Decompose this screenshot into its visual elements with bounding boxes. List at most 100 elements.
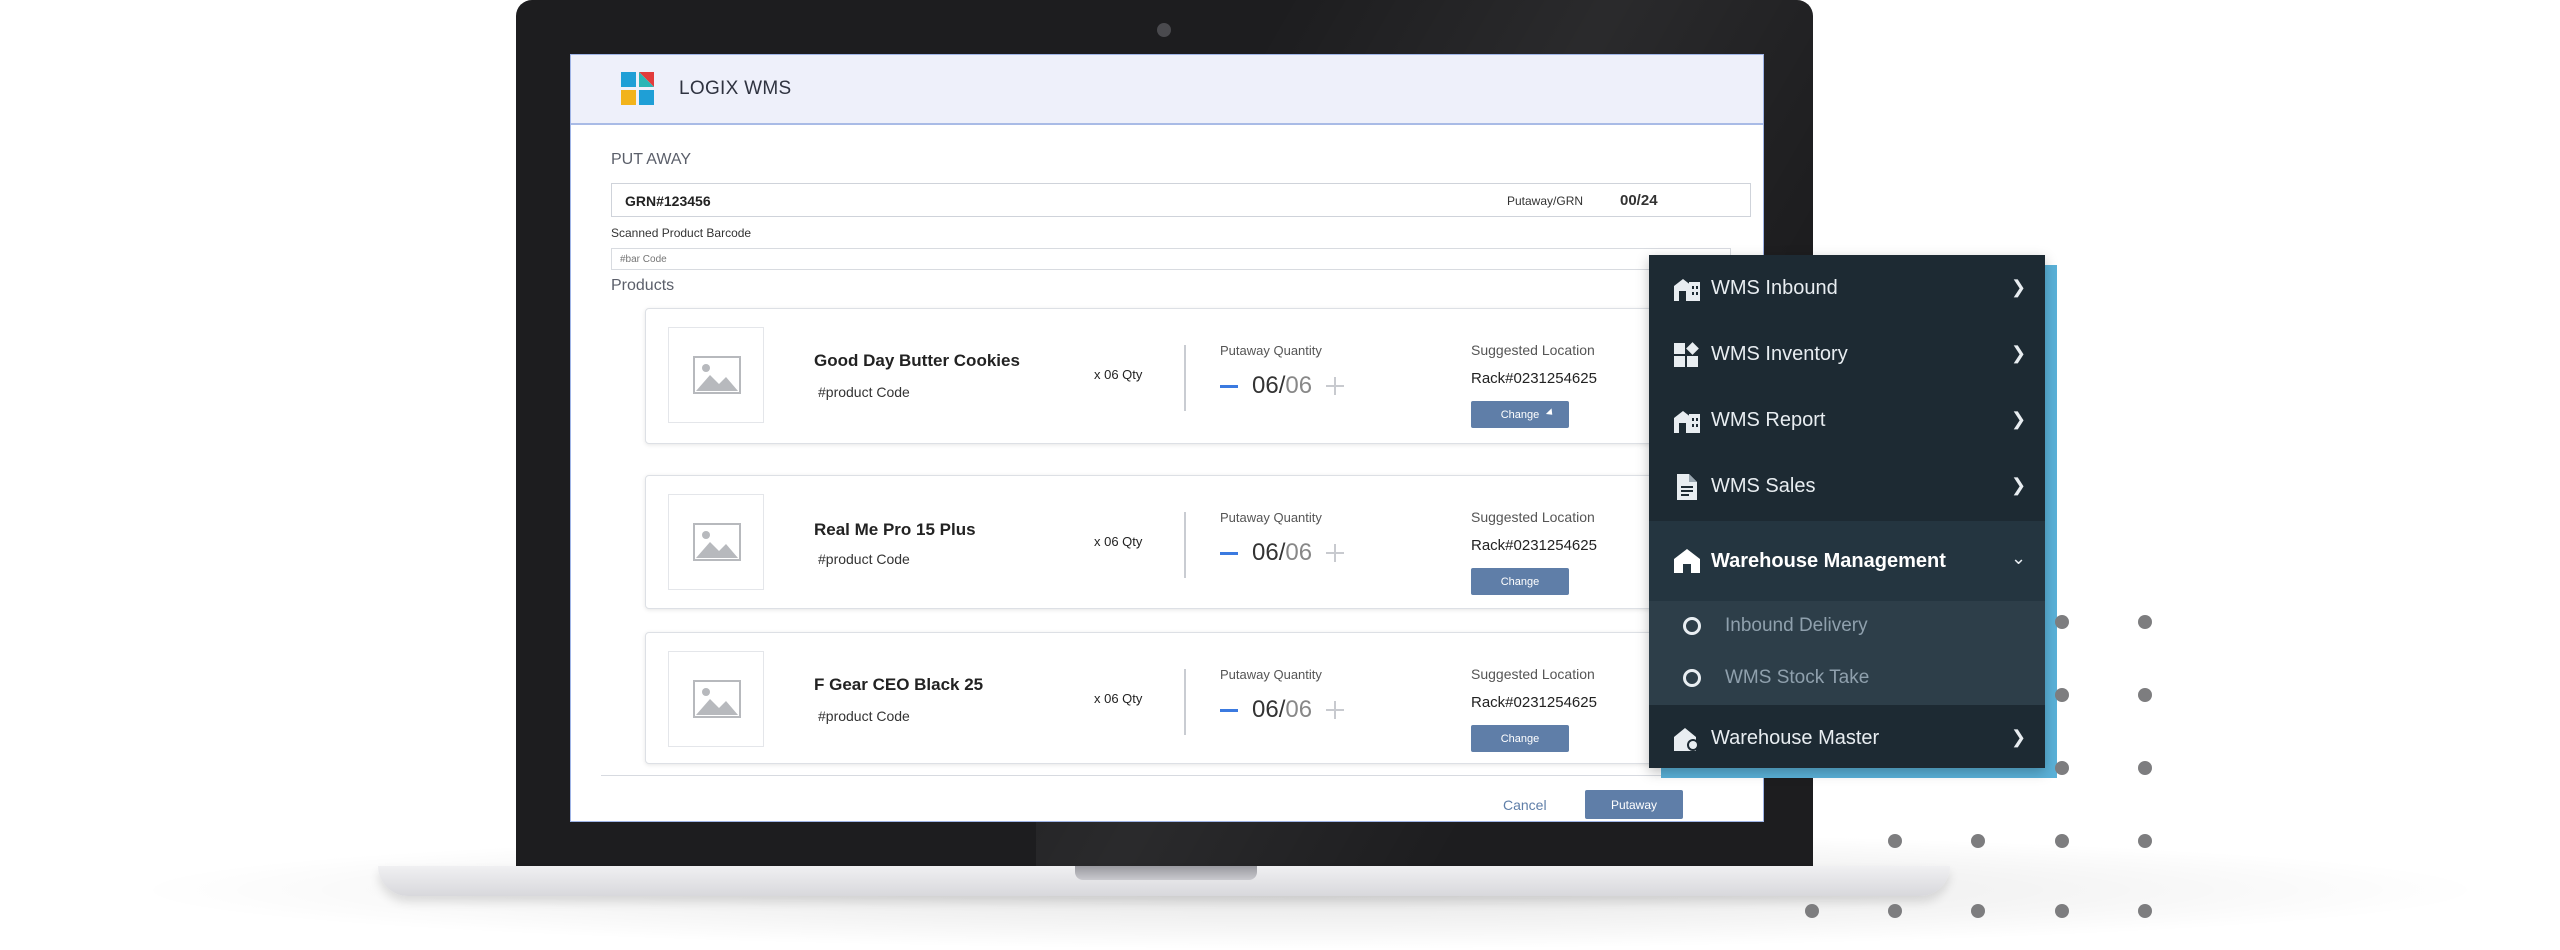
laptop-hinge-notch — [1075, 866, 1257, 880]
quantity-total: 06 — [1285, 539, 1313, 566]
minus-icon[interactable] — [1220, 384, 1238, 388]
quantity-value: 06/ — [1252, 372, 1286, 399]
page-title: PUT AWAY — [611, 151, 692, 168]
quantity-value: 06/ — [1252, 539, 1286, 566]
chevron-right-icon: ❯ — [2011, 277, 2027, 297]
suggested-location-value: Rack#0231254625 — [1471, 537, 1597, 554]
cancel-link[interactable]: Cancel — [1503, 797, 1547, 813]
product-qty: x 06 Qty — [1094, 691, 1143, 706]
grn-number: GRN#123456 — [625, 193, 711, 209]
decorative-dot — [2055, 615, 2069, 629]
inventory-icon — [1674, 342, 1699, 367]
camera-icon — [1157, 23, 1171, 37]
product-code: #product Code — [818, 551, 910, 567]
quantity-total: 06 — [1285, 696, 1313, 723]
suggested-location-label: Suggested Location — [1471, 666, 1595, 682]
product-qty: x 06 Qty — [1094, 367, 1143, 382]
putaway-quantity-label: Putaway Quantity — [1220, 510, 1322, 525]
wms-side-menu: WMS Inbound ❯ WMS Inventory ❯ WMS Report… — [1649, 255, 2045, 768]
putaway-grn-label: Putaway/GRN — [1507, 194, 1584, 208]
warehouse-icon — [1674, 279, 1700, 301]
chevron-right-icon: ❯ — [2011, 343, 2027, 363]
barcode-input[interactable] — [611, 248, 1731, 270]
product-code: #product Code — [818, 708, 910, 724]
putaway-button[interactable]: Putaway — [1585, 790, 1683, 819]
decorative-dot — [2055, 688, 2069, 702]
decorative-dot — [2055, 761, 2069, 775]
product-name: Good Day Butter Cookies — [814, 351, 1020, 370]
warehouse-master-icon — [1674, 728, 1699, 751]
chevron-right-icon: ❯ — [2011, 409, 2027, 429]
quantity-value: 06/ — [1252, 696, 1286, 723]
minus-icon[interactable] — [1220, 708, 1238, 712]
product-card: Real Me Pro 15 Plus #product Code x 06 Q… — [645, 475, 1763, 609]
quantity-stepper: 06/06 — [1220, 695, 1345, 725]
decorative-dot — [1805, 904, 1819, 918]
quantity-total: 06 — [1285, 372, 1313, 399]
laptop-screen: LOGIX WMS PUT AWAY GRN#123456 Putaway/GR… — [570, 54, 1764, 822]
decorative-dot — [2138, 761, 2152, 775]
product-image-placeholder — [668, 327, 764, 423]
submenu-item-label: WMS Stock Take — [1725, 667, 1870, 688]
plus-icon[interactable] — [1326, 377, 1345, 395]
menu-item-wms-inbound[interactable]: WMS Inbound ❯ — [1649, 255, 2045, 321]
image-icon — [693, 356, 741, 394]
product-card: F Gear CEO Black 25 #product Code x 06 Q… — [645, 632, 1763, 764]
putaway-grn-count: 00/24 — [1620, 192, 1658, 209]
minus-icon[interactable] — [1220, 551, 1238, 555]
product-image-placeholder — [668, 494, 764, 590]
decorative-dot — [2138, 688, 2152, 702]
document-icon — [1677, 474, 1697, 500]
decorative-dot — [1971, 834, 1985, 848]
change-location-button[interactable]: Change — [1471, 401, 1569, 428]
decorative-dot — [1888, 834, 1902, 848]
decorative-dot — [2055, 904, 2069, 918]
plus-icon[interactable] — [1326, 701, 1345, 719]
quantity-stepper: 06/06 — [1220, 371, 1345, 401]
putaway-quantity-label: Putaway Quantity — [1220, 667, 1322, 682]
footer-divider — [601, 775, 1741, 776]
putaway-quantity-label: Putaway Quantity — [1220, 343, 1322, 358]
decorative-dot — [2138, 904, 2152, 918]
menu-item-warehouse-management[interactable]: Warehouse Management ⌄ — [1649, 521, 2045, 601]
divider — [1184, 669, 1186, 735]
chevron-right-icon: ❯ — [2011, 727, 2027, 747]
menu-item-wms-report[interactable]: WMS Report ❯ — [1649, 387, 2045, 453]
divider — [1184, 512, 1186, 578]
products-heading: Products — [611, 277, 675, 294]
menu-item-label: WMS Report — [1711, 409, 1826, 431]
quantity-stepper: 06/06 — [1220, 538, 1345, 568]
warehouse-management-submenu: Inbound Delivery WMS Stock Take — [1649, 601, 2045, 705]
product-name: Real Me Pro 15 Plus — [814, 520, 976, 539]
product-card: Good Day Butter Cookies #product Code x … — [645, 308, 1763, 444]
change-location-button[interactable]: Change — [1471, 568, 1569, 595]
product-image-placeholder — [668, 651, 764, 747]
barcode-label: Scanned Product Barcode — [611, 226, 752, 240]
menu-item-label: WMS Inventory — [1711, 343, 1848, 365]
circle-icon — [1683, 669, 1701, 687]
decorative-dot — [1888, 904, 1902, 918]
submenu-item-inbound-delivery[interactable]: Inbound Delivery — [1649, 601, 2045, 653]
suggested-location-value: Rack#0231254625 — [1471, 370, 1597, 387]
menu-item-wms-sales[interactable]: WMS Sales ❯ — [1649, 453, 2045, 519]
product-code: #product Code — [818, 384, 910, 400]
menu-item-wms-inventory[interactable]: WMS Inventory ❯ — [1649, 321, 2045, 387]
app-title: LOGIX WMS — [679, 78, 792, 99]
decorative-dot — [2138, 834, 2152, 848]
warehouse-icon — [1674, 411, 1700, 433]
submenu-item-label: Inbound Delivery — [1725, 615, 1868, 636]
image-icon — [693, 523, 741, 561]
menu-item-warehouse-master[interactable]: Warehouse Master ❯ — [1649, 705, 2045, 771]
app-header: LOGIX WMS — [571, 55, 1763, 125]
decorative-dot — [2138, 615, 2152, 629]
logix-logo-icon — [621, 72, 655, 106]
plus-icon[interactable] — [1326, 544, 1345, 562]
grn-summary-bar: GRN#123456 Putaway/GRN 00/24 — [611, 183, 1751, 217]
circle-icon — [1683, 617, 1701, 635]
home-icon — [1674, 549, 1700, 573]
suggested-location-label: Suggested Location — [1471, 509, 1595, 525]
menu-item-label: WMS Sales — [1711, 475, 1816, 497]
submenu-item-wms-stock-take[interactable]: WMS Stock Take — [1649, 653, 2045, 705]
decorative-dot — [1971, 904, 1985, 918]
change-location-button[interactable]: Change — [1471, 725, 1569, 752]
